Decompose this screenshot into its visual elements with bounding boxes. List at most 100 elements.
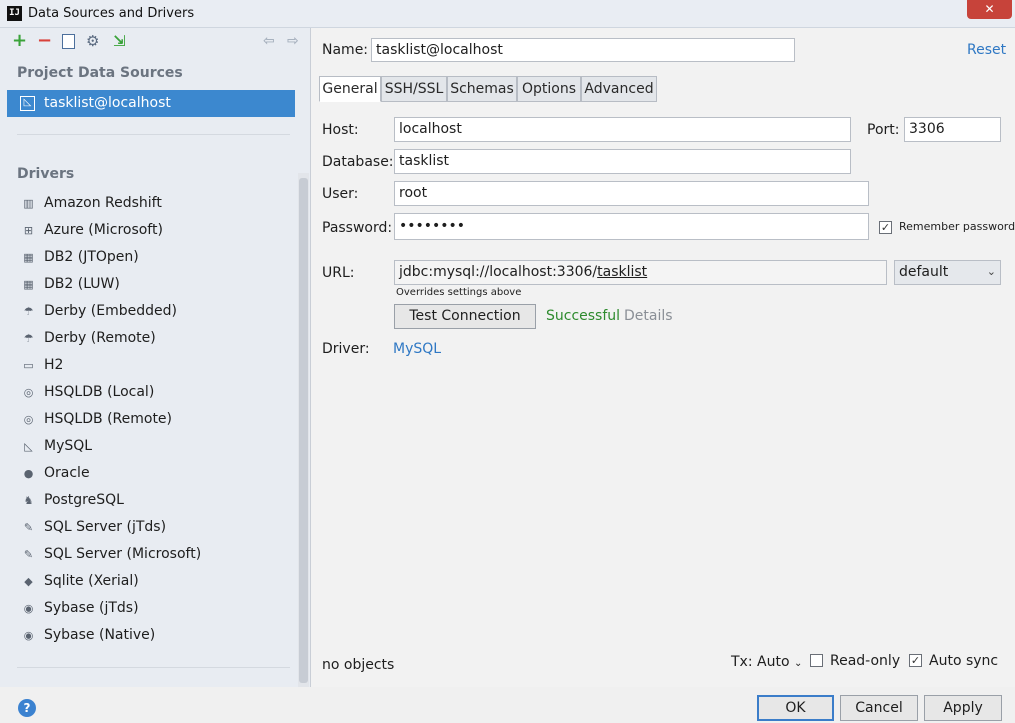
url-hint: Overrides settings above [396,287,522,298]
divider [17,134,290,135]
url-label: URL: [322,265,355,281]
driver-item[interactable]: ▥ Amazon Redshift [0,190,300,217]
name-input[interactable]: tasklist@localhost [371,38,795,62]
driver-label: Sybase (Native) [44,627,156,643]
tab-general[interactable]: General [319,76,381,102]
import-icon[interactable]: ⇲ [113,32,126,50]
sqlserver-icon: ✎ [23,521,34,534]
chevron-down-icon: ⌄ [793,658,803,669]
back-arrow-icon[interactable]: ⇦ [263,32,275,50]
password-input[interactable]: •••••••• [394,213,869,240]
password-label: Password: [322,220,393,236]
driver-item[interactable]: ◺ MySQL [0,433,300,460]
sybase-icon: ◉ [23,629,34,642]
forward-arrow-icon[interactable]: ⇨ [287,32,299,50]
ok-button[interactable]: OK [757,695,834,721]
oracle-icon: ● [23,467,34,480]
apply-button[interactable]: Apply [924,695,1002,721]
driver-item[interactable]: ✎ SQL Server (Microsoft) [0,541,300,568]
data-source-label: tasklist@localhost [44,95,171,111]
chevron-down-icon: ⌄ [986,265,996,278]
azure-icon: ⊞ [23,224,34,237]
url-input[interactable]: jdbc:mysql://localhost:3306/tasklist [394,260,887,285]
redshift-icon: ▥ [23,197,34,210]
url-database: tasklist [597,264,648,280]
driver-label: Derby (Remote) [44,330,156,346]
test-status: Successful [546,308,621,324]
title-bar: IJ Data Sources and Drivers ✕ [0,0,1015,28]
driver-item[interactable]: ● Oracle [0,460,300,487]
reset-link[interactable]: Reset [967,42,1006,58]
driver-link[interactable]: MySQL [393,341,441,357]
driver-label: HSQLDB (Local) [44,384,155,400]
tx-mode-label: Tx: Auto [731,654,790,670]
host-label: Host: [322,122,359,138]
host-input[interactable]: localhost [394,117,851,142]
port-input[interactable]: 3306 [904,117,1001,142]
test-connection-button[interactable]: Test Connection [394,304,536,329]
driver-item[interactable]: ◆ Sqlite (Xerial) [0,568,300,595]
divider [17,667,290,668]
user-input[interactable]: root [394,181,869,206]
driver-label: Amazon Redshift [44,195,162,211]
h2-icon: ▭ [23,359,34,372]
driver-item[interactable]: ☂ Derby (Remote) [0,325,300,352]
tab-ssh-ssl[interactable]: SSH/SSL [381,76,447,102]
auto-sync-checkbox[interactable]: ✓ [909,654,922,667]
data-source-item-tasklist[interactable]: ◺ tasklist@localhost [7,90,295,117]
driver-label: DB2 (LUW) [44,276,120,292]
read-only-label: Read-only [830,653,901,669]
data-source-form: Name: tasklist@localhost Reset General S… [311,28,1015,687]
derby-icon: ☂ [23,332,34,345]
driver-item[interactable]: ⊞ Azure (Microsoft) [0,217,300,244]
driver-label: PostgreSQL [44,492,124,508]
driver-item[interactable]: ◉ Sybase (jTds) [0,595,300,622]
tab-options[interactable]: Options [517,76,581,102]
driver-item[interactable]: ♞ PostgreSQL [0,487,300,514]
cancel-button[interactable]: Cancel [840,695,918,721]
driver-item[interactable]: ◎ HSQLDB (Remote) [0,406,300,433]
sybase-icon: ◉ [23,602,34,615]
tab-advanced[interactable]: Advanced [581,76,657,102]
postgresql-icon: ♞ [23,494,34,507]
driver-item[interactable]: ▭ H2 [0,352,300,379]
driver-label: Sybase (jTds) [44,600,139,616]
driver-item[interactable]: ☂ Derby (Embedded) [0,298,300,325]
driver-label: Driver: [322,341,370,357]
driver-list: ▥ Amazon Redshift ⊞ Azure (Microsoft) ▦ DB2 (… [0,190,300,649]
help-icon[interactable]: ? [18,699,36,717]
url-prefix: jdbc:mysql://localhost:3306/ [399,264,598,280]
read-only-checkbox[interactable] [810,654,823,667]
drivers-header: Drivers [17,166,75,182]
window-title: Data Sources and Drivers [28,6,195,21]
hsqldb-icon: ◎ [23,386,34,399]
remember-password-checkbox[interactable]: ✓ [879,221,892,234]
tab-schemas[interactable]: Schemas [447,76,517,102]
sidebar: + − ⚙ ⇲ ⇦ ⇨ Project Data Sources ◺ taskl… [0,28,311,688]
driver-label: Derby (Embedded) [44,303,177,319]
db2-icon: ▦ [23,251,34,264]
driver-label: SQL Server (Microsoft) [44,546,202,562]
scrollbar-thumb[interactable] [299,178,308,683]
tx-mode-select[interactable]: Tx: Auto ⌄ [731,654,802,670]
mysql-icon: ◺ [20,96,35,111]
add-icon[interactable]: + [12,32,27,50]
intellij-app-icon: IJ [7,6,22,21]
name-label: Name: [322,42,369,58]
driver-label: H2 [44,357,64,373]
driver-item[interactable]: ◉ Sybase (Native) [0,622,300,649]
driver-item[interactable]: ◎ HSQLDB (Local) [0,379,300,406]
copy-icon[interactable] [62,34,75,49]
derby-icon: ☂ [23,305,34,318]
driver-item[interactable]: ▦ DB2 (LUW) [0,271,300,298]
details-link[interactable]: Details [624,308,673,324]
remove-icon[interactable]: − [37,32,52,50]
database-input[interactable]: tasklist [394,149,851,174]
window-close-button[interactable]: ✕ [967,0,1012,19]
driver-item[interactable]: ✎ SQL Server (jTds) [0,514,300,541]
db2-icon: ▦ [23,278,34,291]
sqlserver-icon: ✎ [23,548,34,561]
settings-icon[interactable]: ⚙ [86,32,99,50]
url-mode-select[interactable]: default ⌄ [894,260,1001,285]
driver-item[interactable]: ▦ DB2 (JTOpen) [0,244,300,271]
